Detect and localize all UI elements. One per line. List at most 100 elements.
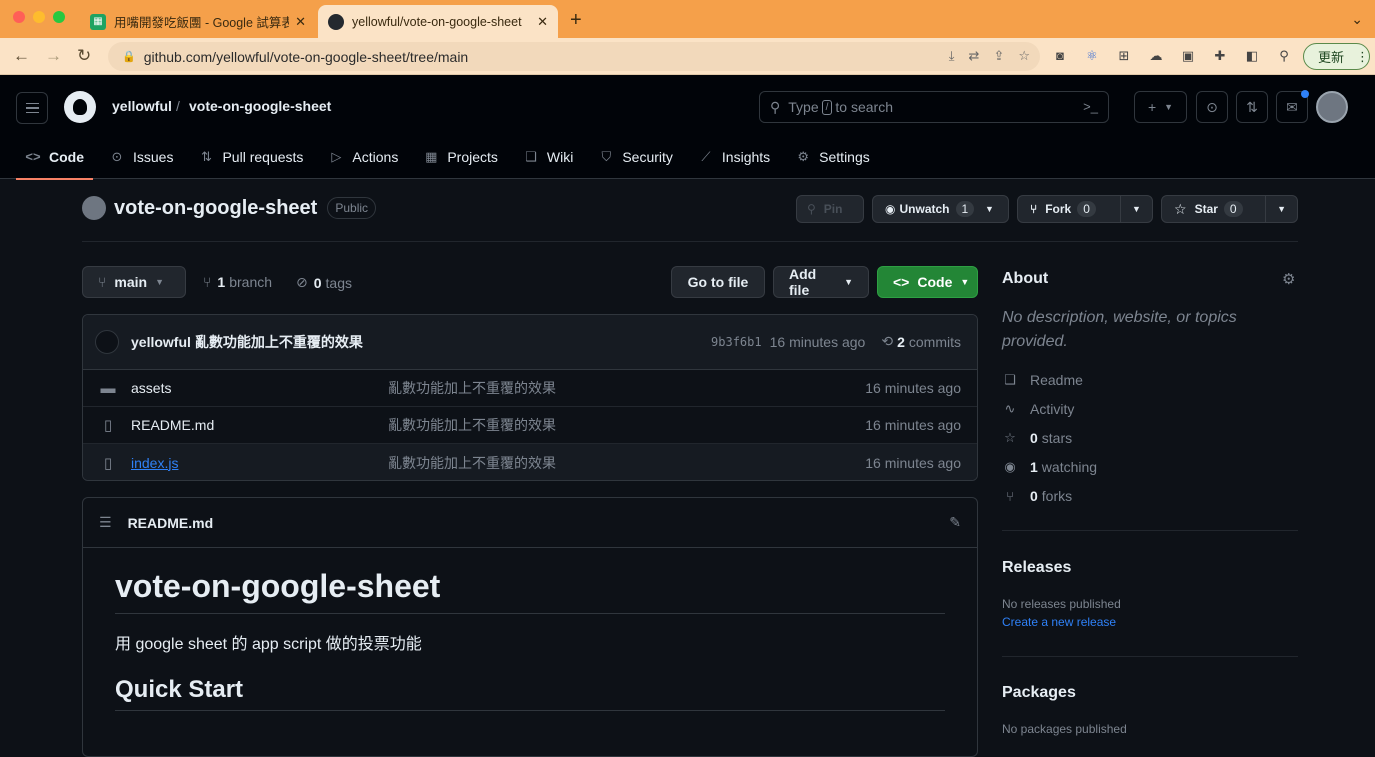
tab-issues[interactable]: ⊙ Issues: [100, 134, 182, 179]
caret-down-icon[interactable]: ▼: [1120, 196, 1152, 222]
tab-actions[interactable]: ▷ Actions: [319, 134, 407, 179]
share-icon[interactable]: ⇪: [993, 48, 1004, 64]
new-tab-icon[interactable]: +: [570, 9, 582, 32]
file-commit-message[interactable]: 亂數功能加上不重覆的效果: [388, 415, 556, 435]
tab-pull-requests[interactable]: ⇅ Pull requests: [189, 134, 312, 179]
stars-link[interactable]: ☆ 0 stars: [1002, 430, 1072, 446]
bookmark-star-icon[interactable]: ☆: [1018, 48, 1030, 64]
search-input[interactable]: ⚲ Type / to search >_: [759, 91, 1109, 123]
close-tab-icon[interactable]: ✕: [537, 14, 548, 30]
close-tab-icon[interactable]: ✕: [295, 14, 306, 30]
watching-link[interactable]: ◉ 1 watching: [1002, 459, 1097, 475]
puzzle-extensions-icon[interactable]: ✚: [1212, 48, 1228, 64]
search-lens-icon[interactable]: ⚲: [1276, 48, 1292, 64]
tab-insights[interactable]: ⟋ Insights: [689, 134, 779, 179]
readme-subheading: Quick Start: [115, 676, 945, 711]
browser-tab-github[interactable]: yellowful/vote-on-google-sheet ✕: [318, 5, 558, 38]
cloud-extension-icon[interactable]: ☁: [1148, 48, 1164, 64]
caret-down-icon[interactable]: ▼: [977, 196, 1002, 222]
create-new-button[interactable]: + ▼: [1134, 91, 1187, 123]
releases-title[interactable]: Releases: [1002, 559, 1071, 577]
hamburger-menu-icon[interactable]: [16, 92, 48, 124]
back-arrow-icon[interactable]: ←: [13, 46, 30, 66]
tab-label: Security: [622, 148, 673, 165]
breadcrumb-owner[interactable]: yellowful: [112, 98, 172, 114]
tab-security[interactable]: ⛉ Security: [589, 134, 682, 179]
file-row[interactable]: ▯ index.js 亂數功能加上不重覆的效果 16 minutes ago: [83, 444, 977, 480]
tab-wiki[interactable]: ❑ Wiki: [514, 134, 582, 179]
grid-extension-icon[interactable]: ⊞: [1116, 48, 1132, 64]
update-button[interactable]: 更新 ⋮: [1303, 43, 1370, 70]
translate-icon[interactable]: ⇄: [969, 48, 980, 64]
install-icon[interactable]: ⤓: [949, 48, 955, 64]
commit-author-avatar[interactable]: [95, 330, 119, 354]
browser-tab-sheets[interactable]: ▦ 用嘴開發吃飯團 - Google 試算表 ✕: [80, 5, 316, 38]
commit-message[interactable]: 亂數功能加上不重覆的效果: [195, 332, 363, 352]
caret-down-icon[interactable]: ▼: [1265, 196, 1297, 222]
forward-arrow-icon[interactable]: →: [45, 46, 62, 66]
maximize-window-button[interactable]: [53, 11, 65, 23]
pin-icon: ⚲: [807, 202, 816, 216]
caret-down-icon: ▼: [844, 277, 853, 287]
star-button[interactable]: ☆ Star 0 ▼: [1161, 195, 1298, 223]
camera-extension-icon[interactable]: ◙: [1052, 48, 1068, 64]
command-palette-icon[interactable]: >_: [1083, 99, 1098, 114]
reload-icon[interactable]: ↻: [77, 46, 91, 66]
readme-filename[interactable]: README.md: [128, 515, 214, 531]
add-file-button[interactable]: Add file ▼: [773, 266, 869, 298]
tag-icon: ⊘: [296, 274, 308, 290]
side-item-label: Activity: [1030, 401, 1075, 417]
file-commit-message[interactable]: 亂數功能加上不重覆的效果: [388, 453, 556, 473]
file-row[interactable]: ▯ README.md 亂數功能加上不重覆的效果 16 minutes ago: [83, 407, 977, 444]
tags-link[interactable]: ⊘ 0 tags: [296, 274, 352, 291]
breadcrumb-repo[interactable]: vote-on-google-sheet: [189, 98, 331, 114]
commit-count[interactable]: 2: [897, 334, 905, 350]
tab-search-chevron-icon[interactable]: ⌄: [1351, 11, 1363, 28]
tab-label: Code: [49, 148, 84, 165]
issues-icon[interactable]: ⊙: [1196, 91, 1228, 123]
packages-title[interactable]: Packages: [1002, 684, 1076, 702]
fork-label: Fork: [1045, 202, 1072, 216]
commit-author[interactable]: yellowful: [131, 334, 191, 350]
create-release-link[interactable]: Create a new release: [1002, 615, 1116, 629]
play-icon: ▷: [331, 148, 342, 164]
file-commit-message[interactable]: 亂數功能加上不重覆的效果: [388, 378, 556, 398]
pin-button[interactable]: ⚲ Pin: [796, 195, 864, 223]
kebab-menu-icon[interactable]: ⋮: [1356, 49, 1369, 65]
file-name[interactable]: assets: [131, 380, 171, 396]
gear-icon[interactable]: ⚙: [1282, 270, 1295, 288]
fork-button[interactable]: ⑂ Fork 0 ▼: [1017, 195, 1153, 223]
search-placeholder-after: to search: [835, 99, 893, 115]
file-name[interactable]: README.md: [131, 417, 214, 433]
pencil-icon[interactable]: ✎: [949, 514, 961, 531]
branch-select-button[interactable]: ⑂ main ▼: [82, 266, 186, 298]
chat-extension-icon[interactable]: ▣: [1180, 48, 1196, 64]
file-row[interactable]: ▬ assets 亂數功能加上不重覆的效果 16 minutes ago: [83, 370, 977, 407]
code-button[interactable]: <> Code ▼: [877, 266, 978, 298]
go-to-file-button[interactable]: Go to file: [671, 266, 765, 298]
github-logo-icon[interactable]: [64, 91, 96, 123]
commit-sha[interactable]: 9b3f6b1: [711, 335, 762, 349]
commits-label[interactable]: commits: [909, 334, 961, 350]
close-window-button[interactable]: [13, 11, 25, 23]
sidepanel-icon[interactable]: ◧: [1244, 48, 1260, 64]
add-file-label: Add file: [789, 266, 817, 298]
repo-name[interactable]: vote-on-google-sheet: [114, 197, 317, 220]
history-icon: ⟲: [881, 333, 894, 349]
user-avatar[interactable]: [1316, 91, 1348, 123]
tab-projects[interactable]: ▦ Projects: [414, 134, 507, 179]
list-icon[interactable]: ☰: [99, 514, 112, 531]
minimize-window-button[interactable]: [33, 11, 45, 23]
tab-settings[interactable]: ⚙ Settings: [786, 134, 879, 179]
forks-link[interactable]: ⑂ 0 forks: [1002, 488, 1072, 504]
pull-requests-icon[interactable]: ⇅: [1236, 91, 1268, 123]
readme-link[interactable]: ❑ Readme: [1002, 372, 1083, 388]
address-bar[interactable]: 🔒 github.com/yellowful/vote-on-google-sh…: [108, 42, 1040, 71]
readme-header: ☰ README.md ✎: [83, 498, 977, 548]
file-name[interactable]: index.js: [131, 455, 178, 471]
unwatch-button[interactable]: ◉ Unwatch 1 ▼: [872, 195, 1009, 223]
activity-link[interactable]: ∿ Activity: [1002, 401, 1075, 417]
branches-link[interactable]: ⑂ 1 branch: [203, 274, 272, 290]
react-devtools-icon[interactable]: ⚛: [1084, 48, 1100, 64]
tab-code[interactable]: <> Code: [16, 134, 93, 180]
